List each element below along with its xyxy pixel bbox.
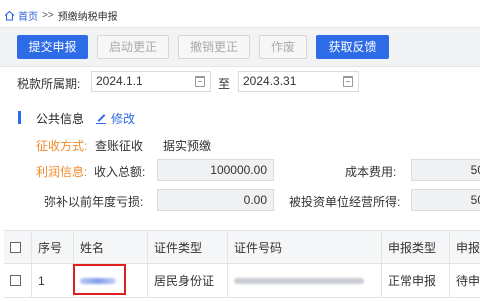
get-feedback-button[interactable]: 获取反馈 [316,35,389,59]
row-checkbox[interactable] [10,275,21,286]
investee-income-label: 被投资单位经营所得: [289,195,401,209]
period-end-value: 2024.3.31 [243,74,297,88]
calendar-icon[interactable] [195,76,205,87]
start-correction-button[interactable]: 启动更正 [97,35,169,59]
select-all-checkbox[interactable] [10,241,21,253]
header-checkbox-cell [4,231,32,263]
toolbar: 提交申报 启动更正 撤销更正 作废 获取反馈 [0,27,480,67]
name-highlight-box [73,264,126,295]
breadcrumb: 首页 >> 预缴纳税申报 [4,8,118,23]
cost-expense-input[interactable]: 50 [411,159,480,181]
submit-declaration-button[interactable]: 提交申报 [17,35,88,59]
edit-link-label: 修改 [111,112,136,126]
collection-method-value: 查账征收 [95,139,144,153]
row-index: 1 [32,264,74,297]
profit-info-label: 利润信息: [36,165,88,179]
edit-link[interactable]: 修改 [96,110,135,127]
section-title: 公共信息 [36,112,85,126]
breadcrumb-current: 预缴纳税申报 [57,11,118,23]
calendar-icon[interactable] [343,76,353,87]
header-index: 序号 [32,231,74,263]
period-start-value: 2024.1.1 [96,74,143,88]
breadcrumb-separator: >> [42,9,54,21]
header-id-type: 证件类型 [148,231,228,263]
header-status: 申报状 [456,240,480,255]
collection-method-label: 征收方式: [36,139,88,153]
period-to-label: 至 [218,77,231,91]
breadcrumb-home-link[interactable]: 首页 [18,8,38,23]
prior-loss-label: 弥补以前年度亏损: [44,195,144,209]
income-total-input[interactable]: 100000.00 [157,159,274,181]
income-total-label: 收入总额: [94,165,146,179]
edit-icon [96,113,107,124]
header-id-number: 证件号码 [228,231,382,263]
header-name: 姓名 [74,231,148,263]
cancel-correction-button[interactable]: 撤销更正 [178,35,250,59]
row-declare-type: 正常申报 [382,264,450,297]
investee-income-input[interactable]: 50 [411,189,480,211]
home-icon[interactable] [4,10,15,21]
row-status: 待申报 [456,274,480,288]
row-id-type: 居民身份证 [148,264,228,297]
prior-loss-input[interactable]: 0.00 [157,189,274,211]
row-checkbox-cell [4,264,32,297]
header-declare-type: 申报类型 [382,231,450,263]
row-id-number [228,264,382,297]
void-button[interactable]: 作废 [259,35,307,59]
redacted-id-number [234,277,364,284]
tax-period-row: 税款所属期: 2024.1.1 至 2024.3.31 [0,70,480,94]
section-marker [18,111,21,124]
prepay-basis-value: 据实预缴 [163,139,212,153]
cost-expense-label: 成本费用: [345,165,397,179]
period-start-input[interactable]: 2024.1.1 [91,71,211,92]
table-header: 序号 姓名 证件类型 证件号码 申报类型 申报状 [4,230,480,264]
tax-period-label: 税款所属期: [17,77,81,91]
period-end-input[interactable]: 2024.3.31 [238,71,359,92]
